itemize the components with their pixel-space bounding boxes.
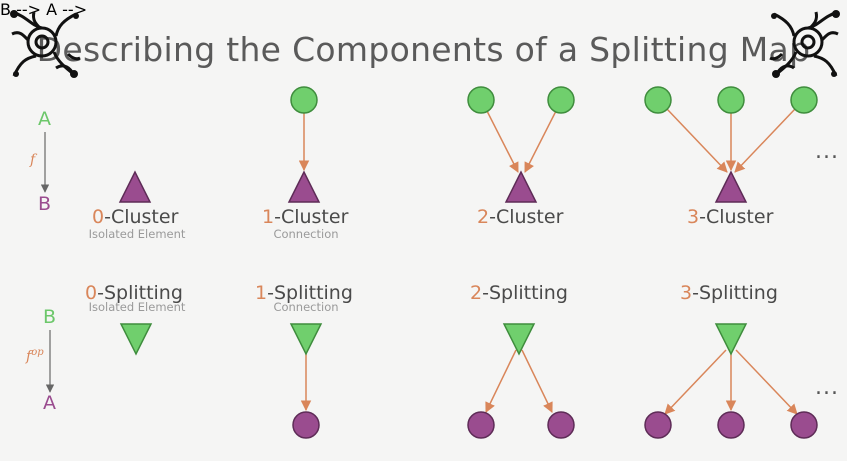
cluster-ellipsis: ... <box>815 139 839 164</box>
cluster2-arrow-a <box>486 110 519 173</box>
splitting2-target-circle-a <box>467 411 495 439</box>
cluster3-source-circle-c <box>790 86 818 114</box>
cluster0-subtitle: Isolated Element <box>88 227 186 241</box>
cluster1-subtitle: Connection <box>273 227 339 241</box>
splitting3-arrow-c <box>735 349 798 415</box>
splitting1-triangle <box>289 323 323 356</box>
cluster3-source-circle-a <box>644 86 672 114</box>
legend-top-function: f <box>30 152 36 168</box>
splitting1-subtitle: Connection <box>273 300 339 314</box>
cluster2-arrow-b <box>524 110 557 173</box>
legend-bottom-function: fop <box>26 347 44 365</box>
cluster3-label: 3-Cluster <box>687 206 774 228</box>
cluster0-triangle <box>118 170 152 203</box>
splitting2-arrow-b <box>521 349 553 413</box>
cluster1-label: 1-Cluster <box>262 206 349 228</box>
splitting-ellipsis: ... <box>815 375 839 400</box>
cluster3-arrow-a <box>666 108 728 173</box>
cluster2-source-circle-a <box>467 86 495 114</box>
splitting2-label: 2-Splitting <box>470 282 568 304</box>
splitting3-target-circle-a <box>644 411 672 439</box>
cluster2-source-circle-b <box>547 86 575 114</box>
splitting0-triangle <box>119 323 153 356</box>
cluster3-triangle <box>714 170 748 203</box>
splitting1-target-circle <box>292 411 320 439</box>
cluster2-label: 2-Cluster <box>477 206 564 228</box>
splitting2-triangle <box>502 323 536 356</box>
splitting3-arrow-a <box>664 349 727 415</box>
cluster1-triangle <box>287 170 321 203</box>
splitting3-triangle <box>714 323 748 356</box>
cluster2-triangle <box>504 170 538 203</box>
legend-bottom-label-a: A <box>43 392 56 414</box>
splitting3-label: 3-Splitting <box>680 282 778 304</box>
splitting0-subtitle: Isolated Element <box>88 300 186 314</box>
cluster3-arrow-c <box>734 108 796 173</box>
splitting3-target-circle-c <box>790 411 818 439</box>
cluster1-source-circle <box>290 86 318 114</box>
cluster0-label: 0-Cluster <box>92 206 179 228</box>
diagram-stage: Describing the Components of a Splitting… <box>0 0 847 461</box>
splitting2-arrow-a <box>485 349 517 413</box>
cluster3-source-circle-b <box>717 86 745 114</box>
splitting3-target-circle-b <box>717 411 745 439</box>
legend-bottom-label-b: B <box>43 306 57 328</box>
legend-top-label-a: A <box>38 108 51 130</box>
splitting2-target-circle-b <box>547 411 575 439</box>
legend-top-label-b: B <box>38 193 52 215</box>
